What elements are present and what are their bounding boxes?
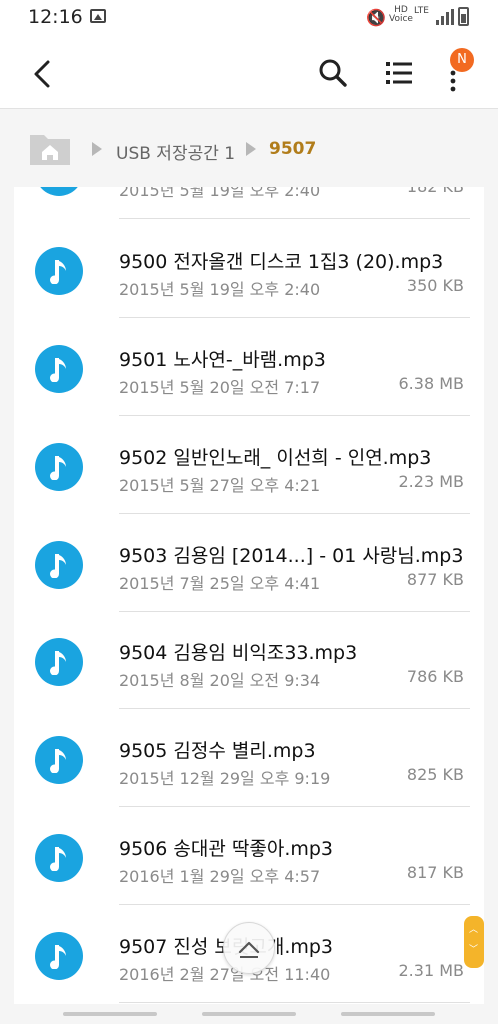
music-file-icon <box>35 443 83 491</box>
list-item[interactable]: 9506 송대관 딱좋아.mp3 2016년 1월 29일 오후 4:57 81… <box>14 807 484 905</box>
signal-icon <box>436 9 454 25</box>
breadcrumb-separator-icon <box>92 142 102 156</box>
file-size: 817 KB <box>406 863 464 882</box>
file-size: 2.31 MB <box>398 961 465 980</box>
search-icon <box>319 59 347 87</box>
music-file-icon <box>35 834 83 882</box>
nav-home-button[interactable] <box>202 1012 296 1016</box>
mute-icon: 🔇 <box>366 8 386 27</box>
file-name: 9501 노사연-_바램.mp3 <box>119 349 326 371</box>
chevron-up-icon: ︿ <box>469 925 479 935</box>
list-view-button[interactable] <box>380 54 418 92</box>
file-name: 9502 일반인노래_ 이선희 - 인연.mp3 <box>119 447 432 469</box>
navigation-bar <box>0 1004 498 1024</box>
breadcrumb-item-current: 9507 <box>269 139 317 159</box>
nav-recent-button[interactable] <box>63 1012 157 1016</box>
app-toolbar: N <box>0 36 498 109</box>
file-size: 350 KB <box>406 276 464 295</box>
status-bar: 12:16 🔇 HD Voice LTE <box>0 0 498 36</box>
notification-badge: N <box>450 48 474 72</box>
music-file-icon <box>35 345 83 393</box>
music-file-icon <box>35 187 83 196</box>
chevron-up-icon <box>238 941 260 958</box>
lte-icon: LTE <box>414 6 429 16</box>
file-date: 2015년 5월 27일 오후 4:21 <box>119 476 321 495</box>
list-item[interactable]: 9504 김용임 비익조33.mp3 2015년 8월 20일 오전 9:34 … <box>14 611 484 709</box>
file-date: 2015년 12월 29일 오후 9:19 <box>119 769 331 788</box>
back-arrow-icon <box>34 60 50 88</box>
list-item[interactable]: 9503 김용임 [2014...] - 01 사랑님.mp3 2015년 7월… <box>14 514 484 612</box>
music-file-icon <box>35 932 83 980</box>
file-list[interactable]: 2015년 5월 19일 오후 2:40 182 KB 9500 전자올갠 디스… <box>14 187 484 1004</box>
file-date: 2015년 5월 20일 오전 7:17 <box>119 378 321 397</box>
file-name: 9506 송대관 딱좋아.mp3 <box>119 838 334 860</box>
list-item[interactable]: 9505 김정수 별리.mp3 2015년 12월 29일 오후 9:19 82… <box>14 709 484 807</box>
music-file-icon <box>35 541 83 589</box>
list-view-icon <box>386 62 412 84</box>
nav-back-button[interactable] <box>341 1012 435 1016</box>
music-file-icon <box>35 638 83 686</box>
file-name: 9504 김용임 비익조33.mp3 <box>119 642 358 664</box>
file-name: 9503 김용임 [2014...] - 01 사랑님.mp3 <box>119 545 464 567</box>
list-item[interactable]: 9500 전자올갠 디스코 1집3 (20).mp3 2015년 5월 19일 … <box>14 220 484 318</box>
music-file-icon <box>35 247 83 295</box>
breadcrumb-item-usb[interactable]: USB 저장공간 1 <box>116 139 235 164</box>
music-file-icon <box>35 736 83 784</box>
file-date: 2015년 8월 20일 오전 9:34 <box>119 671 321 690</box>
divider <box>119 218 470 219</box>
file-date: 2015년 5월 19일 오후 2:40 <box>119 280 321 299</box>
divider <box>119 1002 470 1003</box>
file-name: 9500 전자올갠 디스코 1집3 (20).mp3 <box>119 251 444 273</box>
chevron-down-icon: ﹀ <box>469 945 479 955</box>
gallery-notification-icon <box>90 9 106 23</box>
scroll-to-top-button[interactable] <box>223 922 275 974</box>
breadcrumb-separator-icon <box>246 142 256 156</box>
file-date: 2016년 1월 29일 오후 4:57 <box>119 867 321 886</box>
search-button[interactable] <box>314 54 352 92</box>
file-name: 9505 김정수 별리.mp3 <box>119 740 316 762</box>
file-size: 877 KB <box>406 570 464 589</box>
status-time: 12:16 <box>28 6 83 28</box>
fast-scroll-handle[interactable]: ︿ ﹀ <box>464 916 484 968</box>
list-item[interactable]: 2015년 5월 19일 오후 2:40 182 KB <box>14 187 484 219</box>
list-item[interactable]: 9502 일반인노래_ 이선희 - 인연.mp3 2015년 5월 27일 오후… <box>14 416 484 514</box>
file-size: 786 KB <box>406 667 464 686</box>
file-date: 2016년 2월 27일 오전 11:40 <box>119 965 331 984</box>
file-size: 6.38 MB <box>398 374 465 393</box>
breadcrumb: USB 저장공간 1 9507 <box>0 109 498 187</box>
back-button[interactable] <box>26 56 62 92</box>
file-size: 182 KB <box>407 187 464 196</box>
home-folder-icon[interactable] <box>28 131 72 167</box>
battery-icon <box>458 7 469 26</box>
file-date: 2015년 5월 19일 오후 2:40 <box>119 187 321 200</box>
file-date: 2015년 7월 25일 오후 4:41 <box>119 574 321 593</box>
file-size: 2.23 MB <box>398 472 465 491</box>
file-size: 825 KB <box>406 765 464 784</box>
hd-voice-icon: HD Voice <box>389 5 413 24</box>
list-item[interactable]: 9501 노사연-_바램.mp3 2015년 5월 20일 오전 7:17 6.… <box>14 318 484 416</box>
